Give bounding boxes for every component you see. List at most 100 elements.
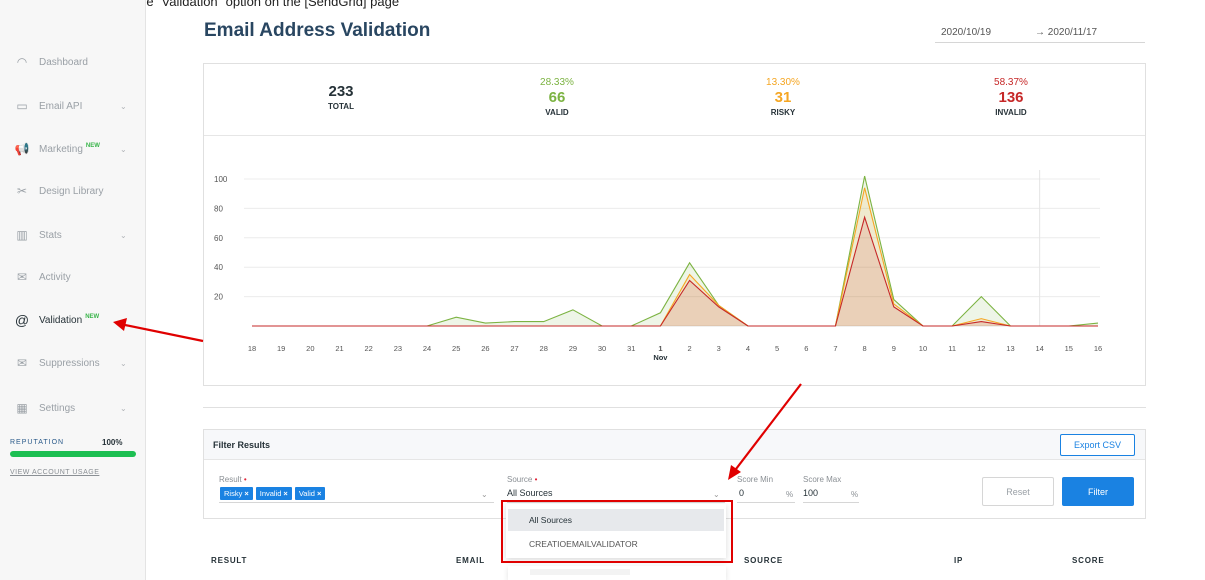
result-field-label: Result • (219, 475, 247, 484)
required-marker: • (243, 475, 247, 484)
x-tick-label: 4 (746, 344, 750, 353)
chevron-down-icon[interactable]: ⌄ (713, 490, 720, 499)
stat-total-label: TOTAL (328, 102, 354, 111)
x-tick-label: 25 (452, 344, 460, 353)
megaphone-icon: 📢 (14, 142, 30, 156)
chip-valid-label: Valid (298, 489, 315, 498)
sidebar-item-design-library[interactable]: ✂ Design Library (12, 181, 104, 201)
stat-invalid-value: 136 (998, 89, 1024, 106)
new-badge: NEW (85, 314, 100, 320)
stats-icon: ▥ (16, 228, 28, 242)
score-max-input[interactable]: 100 (803, 488, 818, 498)
score-min-percent: % (786, 490, 794, 499)
x-tick-label: 5 (775, 344, 779, 353)
x-tick-label: 20 (306, 344, 314, 353)
sidebar-item-label: Email API (39, 100, 83, 112)
result-label-text: Result (219, 475, 242, 484)
chip-invalid[interactable]: Invalid × (255, 487, 292, 500)
remove-chip-icon[interactable]: × (244, 489, 248, 498)
score-max-underline (803, 502, 859, 503)
x-tick-label: 14 (1035, 344, 1043, 353)
stat-risky-value: 31 (774, 89, 792, 106)
sidebar-item-email-api[interactable]: ▭ Email API ⌄ (12, 96, 126, 116)
chevron-down-icon[interactable]: ⌄ (120, 102, 127, 111)
sidebar-item-label: Validation (39, 314, 83, 326)
chevron-down-icon[interactable]: ⌄ (120, 359, 127, 368)
score-max-label: Score Max (803, 475, 842, 484)
view-account-usage-link[interactable]: VIEW ACCOUNT USAGE (10, 469, 99, 476)
settings-icon: ▦ (16, 401, 28, 415)
activity-icon: ✉ (16, 270, 28, 284)
sidebar-item-suppressions[interactable]: ✉ Suppressions ⌄ (12, 353, 127, 373)
x-tick-label: 29 (569, 344, 577, 353)
y-tick-label: 40 (214, 263, 223, 272)
column-source[interactable]: SOURCE (744, 556, 783, 565)
x-tick-label: 21 (335, 344, 343, 353)
sidebar-item-dashboard[interactable]: ◠ Dashboard (12, 52, 88, 72)
chip-valid[interactable]: Valid × (294, 487, 326, 500)
x-tick-label: 7 (833, 344, 837, 353)
sidebar-item-label: Settings (39, 402, 76, 414)
reputation-bar (10, 451, 136, 457)
x-tick-label: 22 (365, 344, 373, 353)
column-ip[interactable]: IP (954, 556, 963, 565)
score-min-input[interactable]: 0 (739, 488, 744, 498)
section-divider (203, 407, 1146, 408)
filter-button[interactable]: Filter (1062, 477, 1134, 506)
sidebar-item-settings[interactable]: ▦ Settings ⌄ (12, 398, 126, 418)
y-tick-label: 80 (214, 204, 223, 213)
x-tick-label: 24 (423, 344, 431, 353)
source-label-text: Source (507, 475, 533, 484)
x-tick-sublabel: Nov (653, 353, 668, 362)
x-tick-label: 28 (540, 344, 548, 353)
stat-valid: 28.33% 66 VALID (507, 77, 607, 117)
dashboard-icon: ◠ (16, 55, 28, 69)
stat-valid-percent: 28.33% (540, 77, 574, 88)
stat-valid-label: VALID (545, 108, 569, 117)
column-email[interactable]: EMAIL (456, 556, 485, 565)
x-tick-label: 30 (598, 344, 606, 353)
score-max-percent: % (851, 490, 859, 499)
sidebar-item-stats[interactable]: ▥ Stats ⌄ (12, 225, 126, 245)
sidebar-item-activity[interactable]: ✉ Activity (12, 267, 71, 287)
chip-risky[interactable]: Risky × (220, 487, 253, 500)
chevron-down-icon[interactable]: ⌄ (120, 404, 127, 413)
new-badge: NEW (85, 143, 100, 149)
column-score[interactable]: SCORE (1072, 556, 1104, 565)
email-api-icon: ▭ (16, 99, 28, 113)
x-tick-label: 31 (627, 344, 635, 353)
source-select-value[interactable]: All Sources (507, 488, 553, 498)
x-tick-label: 13 (1006, 344, 1014, 353)
date-range-start[interactable]: 2020/10/19 (941, 27, 991, 38)
export-csv-button[interactable]: Export CSV (1060, 434, 1135, 456)
x-tick-label: 10 (919, 344, 927, 353)
sidebar-item-label: Activity (39, 271, 71, 283)
x-tick-label: 15 (1065, 344, 1073, 353)
column-result[interactable]: RESULT (211, 556, 247, 565)
date-range-end[interactable]: → 2020/11/17 (1035, 27, 1097, 38)
result-chips[interactable]: Risky × Invalid × Valid × (220, 487, 326, 500)
dropdown-overflow (508, 566, 726, 580)
chip-risky-label: Risky (224, 489, 243, 498)
score-min-underline (737, 502, 795, 503)
filter-header: Filter Results Export CSV (204, 430, 1145, 460)
remove-chip-icon[interactable]: × (283, 489, 287, 498)
x-tick-label: 8 (863, 344, 867, 353)
sidebar-item-validation[interactable]: @ Validation NEW (12, 310, 99, 330)
result-select-underline (219, 502, 494, 503)
y-tick-label: 20 (214, 293, 223, 302)
sidebar-item-label: Marketing (39, 143, 83, 155)
reset-button[interactable]: Reset (982, 477, 1054, 506)
remove-chip-icon[interactable]: × (317, 489, 321, 498)
chevron-down-icon[interactable]: ⌄ (120, 145, 127, 154)
stats-row: 233 TOTAL 28.33% 66 VALID 13.30% 31 RISK… (204, 64, 1145, 136)
sidebar-item-marketing[interactable]: 📢 Marketing NEW ⌄ (12, 139, 127, 159)
date-range-underline (935, 42, 1145, 43)
dropdown-overflow-placeholder (530, 569, 630, 575)
chevron-down-icon[interactable]: ⌄ (120, 231, 127, 240)
stat-invalid-label: INVALID (995, 108, 1027, 117)
chip-invalid-label: Invalid (259, 489, 282, 498)
chevron-down-icon[interactable]: ⌄ (481, 490, 488, 499)
x-tick-label: 12 (977, 344, 985, 353)
x-tick-label: 26 (481, 344, 489, 353)
